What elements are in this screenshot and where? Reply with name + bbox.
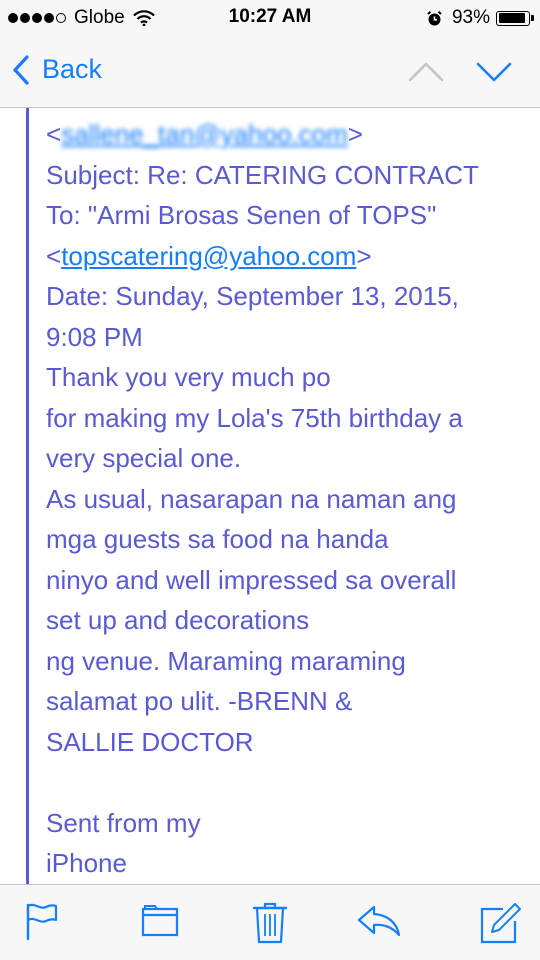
quoted-email: <sallene_tan@yahoo.com> Subject: Re: CAT… bbox=[46, 114, 536, 884]
from-line: <sallene_tan@yahoo.com> bbox=[46, 114, 536, 155]
compose-icon[interactable] bbox=[479, 901, 523, 945]
to-line: To: "Armi Brosas Senen of TOPS" bbox=[46, 200, 437, 230]
flag-icon[interactable] bbox=[24, 901, 60, 941]
back-label: Back bbox=[42, 54, 103, 84]
status-bar: Globe 10:27 AM 93% bbox=[0, 0, 540, 36]
from-email-link[interactable]: sallene_tan@yahoo.com bbox=[61, 119, 348, 149]
from-open: < bbox=[46, 119, 62, 149]
back-button[interactable]: Back bbox=[12, 54, 102, 85]
from-close: > bbox=[347, 119, 363, 149]
message-content[interactable]: <sallene_tan@yahoo.com> Subject: Re: CAT… bbox=[0, 108, 540, 884]
body-line: set up and decorations bbox=[46, 605, 310, 635]
to-email-line: <topscatering@yahoo.com> bbox=[46, 236, 536, 277]
to-email-link[interactable]: topscatering@yahoo.com bbox=[61, 241, 356, 271]
to-open: < bbox=[46, 240, 62, 271]
body-line: ng venue. Maraming maraming bbox=[46, 645, 406, 676]
body-line: SALLIE DOCTOR bbox=[46, 726, 254, 757]
body-line: very special one. bbox=[46, 443, 242, 473]
battery-fill bbox=[498, 13, 525, 23]
back-chevron-icon bbox=[13, 54, 29, 85]
reply-icon[interactable] bbox=[356, 901, 402, 941]
alarm-clock-icon bbox=[427, 10, 442, 25]
signature-line: iPhone bbox=[46, 848, 127, 878]
body-line: for making my Lola's 75th birthday a bbox=[46, 402, 463, 433]
trash-icon[interactable] bbox=[252, 901, 288, 945]
body-line: ninyo and well impressed sa overall bbox=[46, 564, 457, 595]
signature-line: Sent from my bbox=[46, 807, 201, 838]
quote-bar bbox=[26, 108, 29, 884]
body-line: mga guests sa food na handa bbox=[46, 524, 389, 554]
to-close: > bbox=[356, 240, 372, 271]
battery-percent: 93% bbox=[451, 7, 490, 28]
bottom-toolbar bbox=[0, 884, 540, 960]
navigation-bar: Back bbox=[0, 36, 540, 108]
time-line: 9:08 PM bbox=[46, 321, 143, 352]
previous-message-icon[interactable] bbox=[406, 56, 446, 86]
status-right: 93% bbox=[426, 7, 534, 29]
body-line: Thank you very much po bbox=[46, 362, 331, 392]
folder-icon[interactable] bbox=[141, 901, 179, 941]
subject-line: Subject: Re: CATERING CONTRACT bbox=[46, 159, 479, 190]
next-message-icon[interactable] bbox=[474, 56, 514, 86]
body-line: As usual, nasarapan na naman ang bbox=[46, 483, 457, 514]
battery-icon bbox=[496, 10, 534, 26]
body-line: salamat po ulit. -BRENN & bbox=[46, 686, 353, 716]
date-line: Date: Sunday, September 13, 2015, bbox=[46, 281, 459, 311]
